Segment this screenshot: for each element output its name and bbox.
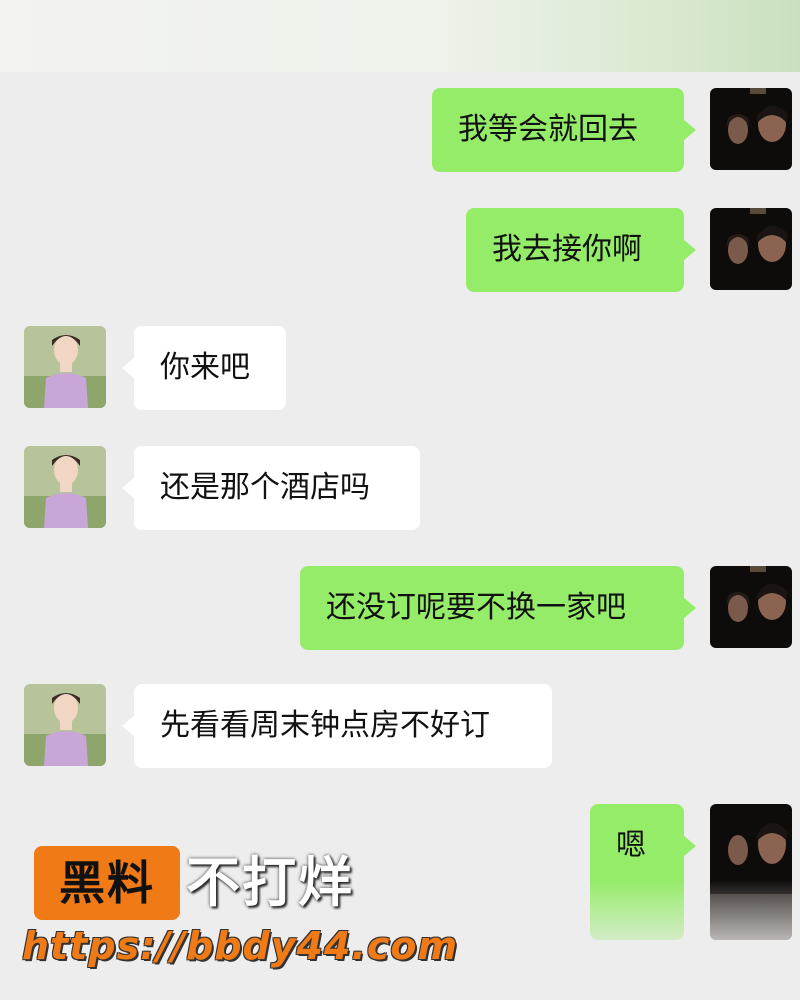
- female-avatar-icon: [24, 446, 106, 528]
- top-banner-strip: [0, 0, 800, 72]
- message-bubble[interactable]: 还是那个酒店吗: [122, 446, 420, 530]
- message-text: 还是那个酒店吗: [160, 470, 370, 505]
- male-avatar-icon: [710, 566, 792, 648]
- message-bubble[interactable]: 我去接你啊: [466, 208, 696, 292]
- message-row: 你来吧: [0, 312, 800, 412]
- watermark-badge: 黑料: [34, 846, 180, 920]
- message-row: 还没订呢要不换一家吧: [0, 550, 800, 650]
- message-bubble[interactable]: 我等会就回去: [432, 88, 696, 172]
- message-row: 先看看周末钟点房不好订: [0, 670, 800, 770]
- male-avatar[interactable]: [710, 208, 792, 290]
- message-text: 你来吧: [160, 350, 250, 385]
- message-text: 我等会就回去: [458, 112, 638, 147]
- male-avatar-icon: [710, 88, 792, 170]
- female-avatar-icon: [24, 684, 106, 766]
- message-bubble[interactable]: 还没订呢要不换一家吧: [300, 566, 696, 650]
- message-text: 我去接你啊: [492, 232, 642, 267]
- female-avatar-icon: [24, 326, 106, 408]
- watermark-url[interactable]: https://bbdy44.com: [22, 924, 458, 968]
- male-avatar[interactable]: [710, 566, 792, 648]
- message-bubble[interactable]: 你来吧: [122, 326, 286, 410]
- female-avatar[interactable]: [24, 326, 106, 408]
- message-row: 还是那个酒店吗: [0, 432, 800, 532]
- male-avatar[interactable]: [710, 88, 792, 170]
- message-row: 我去接你啊: [0, 192, 800, 292]
- bottom-fade-overlay: [580, 880, 800, 1000]
- watermark-badge-text: 黑料: [59, 856, 155, 910]
- message-text: 先看看周末钟点房不好订: [160, 708, 490, 743]
- female-avatar[interactable]: [24, 446, 106, 528]
- message-bubble[interactable]: 先看看周末钟点房不好订: [122, 684, 552, 768]
- watermark-slogan: 不打烊: [186, 851, 354, 914]
- message-text: 还没订呢要不换一家吧: [326, 590, 626, 625]
- female-avatar[interactable]: [24, 684, 106, 766]
- message-text: 嗯: [616, 828, 646, 863]
- male-avatar-icon: [710, 208, 792, 290]
- message-row: 我等会就回去: [0, 72, 800, 172]
